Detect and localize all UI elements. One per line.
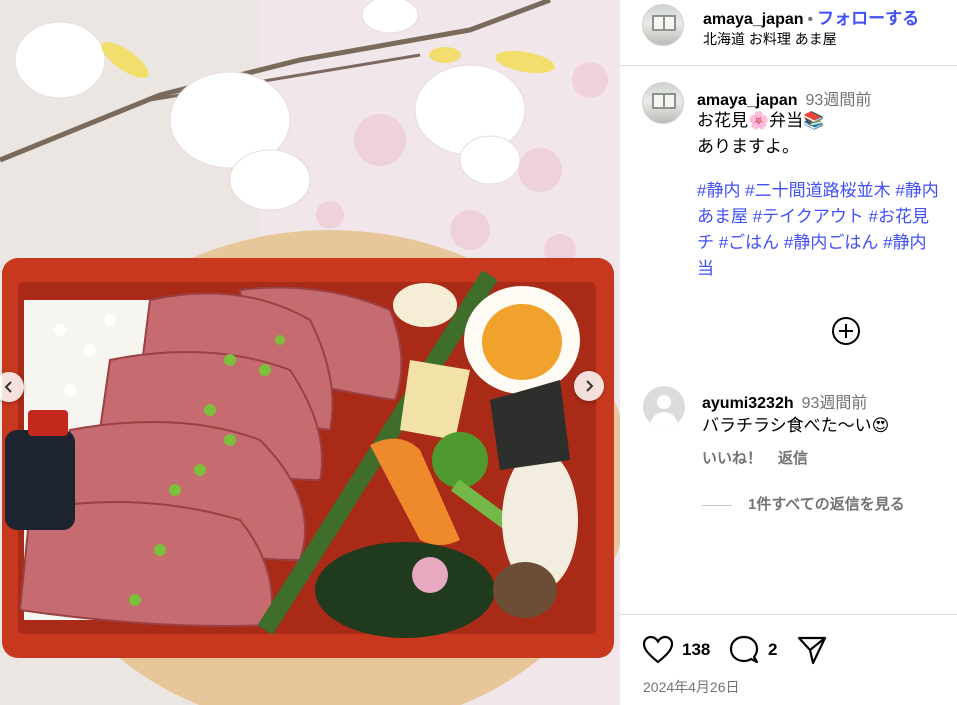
separator-dot: • [807, 11, 814, 28]
post-photo[interactable] [0, 0, 620, 705]
caption-author-line: amaya_japan 93週間前 [697, 86, 871, 110]
plus-circle-icon[interactable] [831, 316, 861, 346]
chevron-right-icon [586, 380, 594, 392]
view-replies-label: 1件すべての返信を見る [748, 496, 905, 513]
comment-text: バラチラシ食べた〜い😍 [702, 416, 890, 435]
comment-author-line: ayumi3232h 93週間前 [702, 389, 867, 413]
author-line: amaya_japan • フォローする [703, 4, 919, 29]
comment-actions: いいね！ 返信 [702, 447, 824, 468]
post-location[interactable]: 北海道 お料理 あま屋 [703, 29, 837, 49]
hashtag-line[interactable]: #静内 #二十間道路桜並木 #静内 [697, 178, 939, 204]
post-date[interactable]: 2024年4月26日 [643, 677, 740, 697]
replies-divider-line [702, 504, 732, 506]
caption-author-avatar[interactable] [642, 82, 684, 124]
hashtag-line[interactable]: 当 [697, 256, 939, 282]
comment-time[interactable]: 93週間前 [802, 395, 868, 412]
heart-icon [642, 635, 674, 664]
caption-username[interactable]: amaya_japan [697, 92, 798, 109]
caption-time[interactable]: 93週間前 [806, 92, 872, 109]
author-username[interactable]: amaya_japan [703, 11, 804, 28]
share-button[interactable] [796, 635, 828, 665]
next-photo-button[interactable] [574, 371, 604, 401]
comment-bubble-icon [729, 635, 759, 664]
post-header: amaya_japan • フォローする 北海道 お料理 あま屋 [620, 0, 957, 66]
post-side-panel: amaya_japan • フォローする 北海道 お料理 あま屋 amaya_jap… [620, 0, 957, 705]
view-replies-button[interactable]: 1件すべての返信を見る [702, 493, 905, 514]
bento-photo-illustration [0, 0, 620, 705]
post-actions-bar: 138 2 2024年4月26日 [620, 614, 957, 705]
comment-count: 2 [768, 640, 778, 659]
caption-text: お花見🌸弁当📚 ありますよ。 [697, 108, 957, 160]
comment-like-button[interactable]: いいね！ [702, 450, 762, 467]
caption-line-2: ありますよ。 [697, 137, 799, 156]
follow-button[interactable]: フォローする [817, 9, 919, 28]
comment-reply-button[interactable]: 返信 [778, 450, 808, 467]
author-avatar[interactable] [642, 4, 684, 46]
chevron-left-icon [4, 381, 12, 393]
hashtag-line[interactable]: あま屋 #テイクアウト #お花見 [697, 204, 939, 230]
caption-line-1: お花見🌸弁当📚 [697, 111, 825, 130]
comment-button[interactable]: 2 [728, 635, 777, 665]
hashtag-line[interactable]: チ #ごはん #静内ごはん #静内 [697, 230, 939, 256]
commenter-avatar[interactable] [643, 386, 685, 428]
like-count: 138 [682, 640, 711, 659]
caption-hashtags: #静内 #二十間道路桜並木 #静内 あま屋 #テイクアウト #お花見 チ #ごは… [697, 178, 939, 282]
paper-plane-icon [797, 636, 827, 665]
comment-username[interactable]: ayumi3232h [702, 395, 794, 412]
like-button[interactable]: 138 [642, 635, 710, 665]
